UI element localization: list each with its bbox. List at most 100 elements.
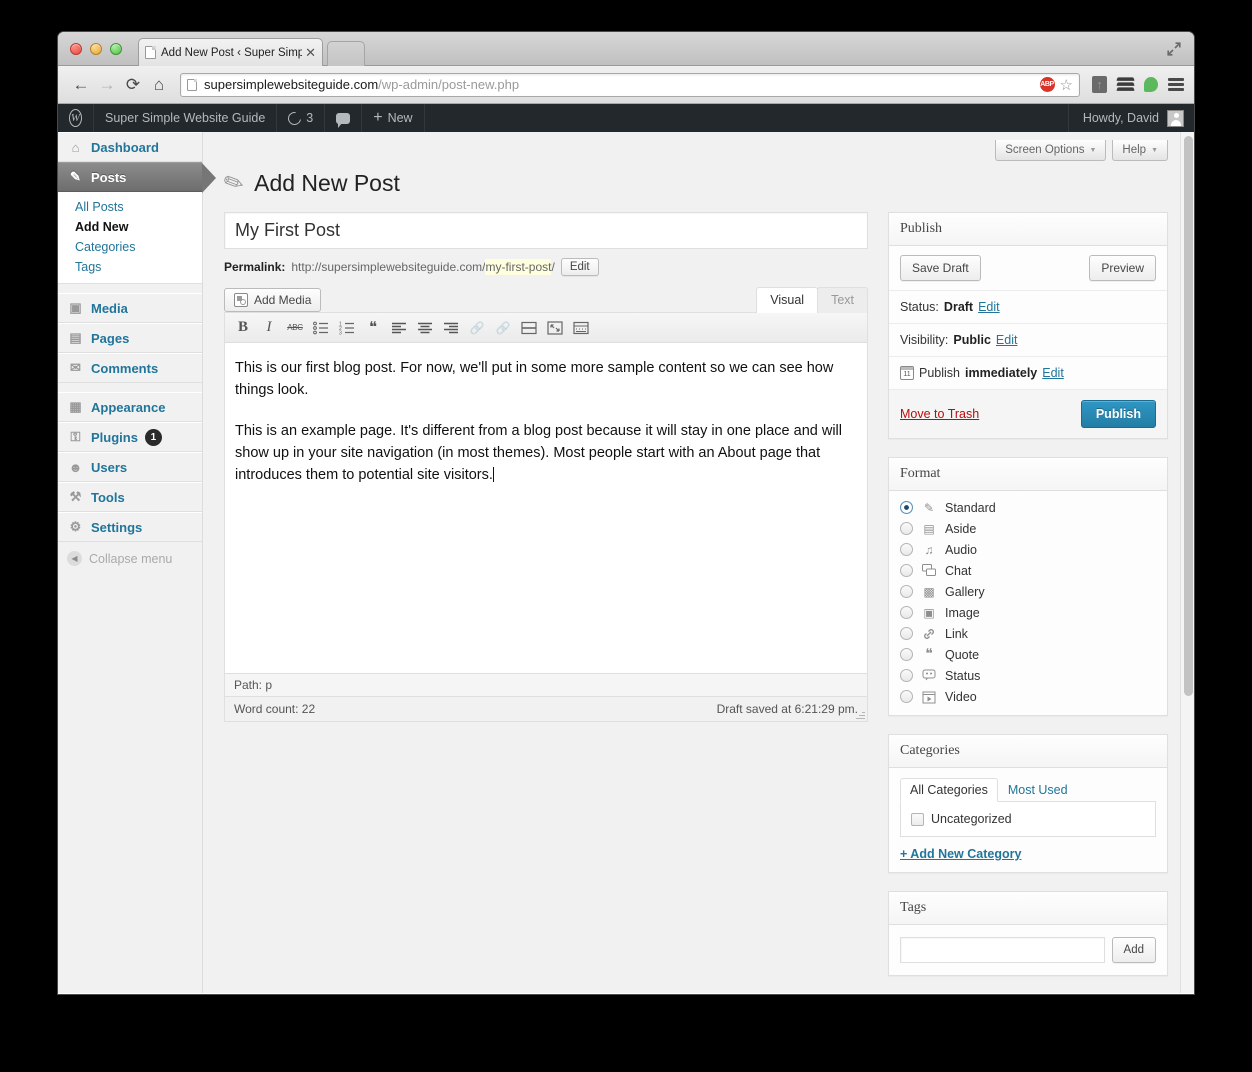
radio-icon[interactable] xyxy=(900,585,913,598)
forward-icon[interactable]: → xyxy=(94,72,120,98)
align-left-icon[interactable] xyxy=(387,317,411,339)
format-option-status[interactable]: Status xyxy=(889,665,1167,686)
format-option-quote[interactable]: ❝ Quote xyxy=(889,644,1167,665)
radio-icon[interactable] xyxy=(900,501,913,514)
move-to-trash-link[interactable]: Move to Trash xyxy=(900,407,979,421)
format-option-chat[interactable]: Chat xyxy=(889,560,1167,581)
comments-menu[interactable] xyxy=(325,104,363,132)
evernote-icon[interactable] xyxy=(1092,76,1107,93)
tab-most-used[interactable]: Most Used xyxy=(998,778,1078,802)
radio-icon[interactable] xyxy=(900,522,913,535)
tab-text[interactable]: Text xyxy=(817,287,868,313)
edit-publish-date-link[interactable]: Edit xyxy=(1042,366,1064,380)
page-scrollbar[interactable] xyxy=(1180,132,1194,993)
format-metabox: Format ✎ Standard ▤ Aside ♫ Audio Chat ▩… xyxy=(888,457,1168,716)
adblock-icon[interactable]: ABP xyxy=(1039,77,1055,92)
new-tab-button[interactable] xyxy=(327,41,365,66)
radio-icon[interactable] xyxy=(900,690,913,703)
collapse-menu-button[interactable]: ◀ Collapse menu xyxy=(58,542,202,566)
reload-icon[interactable]: ⟳ xyxy=(120,72,146,98)
help-button[interactable]: Help ▼ xyxy=(1112,140,1168,161)
format-option-link[interactable]: Link xyxy=(889,623,1167,644)
ordered-list-icon[interactable]: 123 xyxy=(335,317,359,339)
address-bar[interactable]: supersimplewebsiteguide.com/wp-admin/pos… xyxy=(180,72,1080,97)
radio-icon[interactable] xyxy=(900,648,913,661)
wp-logo-menu[interactable]: W xyxy=(58,104,94,132)
sidebar-item-media[interactable]: ▣ Media xyxy=(58,293,202,323)
home-icon[interactable]: ⌂ xyxy=(146,72,172,98)
fullscreen-icon[interactable] xyxy=(543,317,567,339)
close-window-button[interactable] xyxy=(70,43,82,55)
sidebar-item-tags[interactable]: Tags xyxy=(58,257,202,277)
sidebar-item-comments[interactable]: ✉ Comments xyxy=(58,353,202,383)
format-option-gallery[interactable]: ▩ Gallery xyxy=(889,581,1167,602)
radio-icon[interactable] xyxy=(900,564,913,577)
bold-icon[interactable]: B xyxy=(231,317,255,339)
site-name-menu[interactable]: Super Simple Website Guide xyxy=(94,104,278,132)
save-draft-button[interactable]: Save Draft xyxy=(900,255,981,281)
sidebar-item-plugins[interactable]: ⚿ Plugins 1 xyxy=(58,422,202,452)
radio-icon[interactable] xyxy=(900,606,913,619)
sidebar-item-settings[interactable]: ⚙ Settings xyxy=(58,512,202,542)
sidebar-item-posts[interactable]: ✎ Posts xyxy=(58,162,216,193)
format-option-aside[interactable]: ▤ Aside xyxy=(889,518,1167,539)
italic-icon[interactable]: I xyxy=(257,317,281,339)
expand-icon[interactable] xyxy=(1166,41,1182,57)
format-option-video[interactable]: Video xyxy=(889,686,1167,707)
insert-link-icon[interactable]: 🔗 xyxy=(465,317,489,339)
preview-button[interactable]: Preview xyxy=(1089,255,1156,281)
editor-content-area[interactable]: This is our first blog post. For now, we… xyxy=(225,343,867,673)
tab-visual[interactable]: Visual xyxy=(756,287,819,313)
zoom-window-button[interactable] xyxy=(110,43,122,55)
radio-icon[interactable] xyxy=(900,669,913,682)
new-content-menu[interactable]: + New xyxy=(362,104,425,132)
align-center-icon[interactable] xyxy=(413,317,437,339)
format-option-standard[interactable]: ✎ Standard xyxy=(889,497,1167,518)
sidebar-item-users[interactable]: ☻ Users xyxy=(58,452,202,482)
edit-permalink-button[interactable]: Edit xyxy=(560,258,599,276)
sidebar-item-categories[interactable]: Categories xyxy=(58,237,202,257)
tab-all-categories[interactable]: All Categories xyxy=(900,778,998,802)
updates-menu[interactable]: 3 xyxy=(277,104,326,132)
screen-options-button[interactable]: Screen Options ▼ xyxy=(995,140,1107,161)
strikethrough-icon[interactable]: ABC xyxy=(283,317,307,339)
menu-icon[interactable] xyxy=(1168,78,1184,91)
edit-visibility-link[interactable]: Edit xyxy=(996,333,1018,347)
bookmark-star-icon[interactable]: ☆ xyxy=(1060,76,1073,94)
back-icon[interactable]: ← xyxy=(68,72,94,98)
publish-button[interactable]: Publish xyxy=(1080,400,1156,428)
publish-date-value: immediately xyxy=(965,366,1038,380)
checkbox-icon[interactable] xyxy=(911,812,924,826)
bubble-icon[interactable] xyxy=(1144,77,1158,92)
add-tag-button[interactable]: Add xyxy=(1111,937,1156,963)
radio-icon[interactable] xyxy=(900,543,913,556)
sidebar-item-dashboard[interactable]: ⌂ Dashboard xyxy=(58,132,202,162)
post-title-input[interactable] xyxy=(224,212,868,249)
close-icon[interactable]: ✕ xyxy=(305,45,316,61)
sidebar-item-add-new[interactable]: Add New xyxy=(58,217,202,237)
kitchen-sink-icon[interactable] xyxy=(569,317,593,339)
scrollbar-thumb[interactable] xyxy=(1184,136,1193,696)
blockquote-icon[interactable]: ❝ xyxy=(361,317,385,339)
browser-tab[interactable]: Add New Post ‹ Super Simp ✕ xyxy=(138,38,323,66)
align-right-icon[interactable] xyxy=(439,317,463,339)
format-option-audio[interactable]: ♫ Audio xyxy=(889,539,1167,560)
sidebar-item-tools[interactable]: ⚒ Tools xyxy=(58,482,202,512)
format-option-image[interactable]: ▣ Image xyxy=(889,602,1167,623)
unordered-list-icon[interactable] xyxy=(309,317,333,339)
add-new-category-link[interactable]: + Add New Category xyxy=(900,847,1021,861)
sidebar-item-all-posts[interactable]: All Posts xyxy=(58,197,202,217)
edit-status-link[interactable]: Edit xyxy=(978,300,1000,314)
category-item-uncategorized[interactable]: Uncategorized xyxy=(911,812,1145,826)
radio-icon[interactable] xyxy=(900,627,913,640)
resize-handle[interactable] xyxy=(856,710,865,719)
account-menu[interactable]: Howdy, David xyxy=(1067,104,1194,132)
layers-icon[interactable] xyxy=(1116,76,1135,93)
add-media-button[interactable]: Add Media xyxy=(224,288,322,312)
sidebar-item-pages[interactable]: ▤ Pages xyxy=(58,323,202,353)
sidebar-item-appearance[interactable]: ▦ Appearance xyxy=(58,392,202,422)
minimize-window-button[interactable] xyxy=(90,43,102,55)
insert-more-tag-icon[interactable] xyxy=(517,317,541,339)
unlink-icon[interactable]: 🔗 xyxy=(491,317,515,339)
tags-input[interactable] xyxy=(900,937,1105,963)
